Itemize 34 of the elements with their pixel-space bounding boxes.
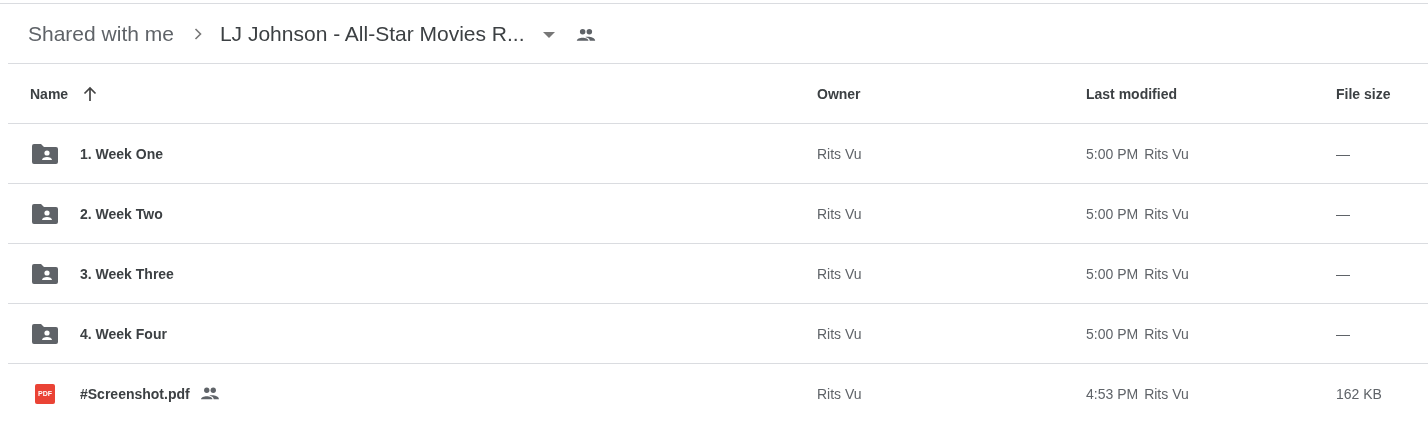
chevron-right-icon — [193, 27, 202, 40]
modified-time: 5:00 PM — [1086, 265, 1139, 282]
file-name[interactable]: 1. Week One — [80, 145, 163, 162]
file-name[interactable]: #Screenshot.pdf — [80, 385, 190, 402]
file-name[interactable]: 4. Week Four — [80, 325, 167, 342]
modified-time: 5:00 PM — [1086, 145, 1139, 162]
column-header[interactable]: Name — [30, 85, 69, 102]
dropdown-caret-icon[interactable] — [542, 31, 555, 38]
modified-time: 5:00 PM — [1086, 205, 1139, 222]
column-header[interactable]: Last modified — [1086, 85, 1177, 102]
file-name[interactable]: 3. Week Three — [80, 265, 174, 282]
modified-time: 5:00 PM — [1086, 325, 1139, 342]
file-size: — — [1336, 145, 1350, 162]
owner-name: Rits Vu — [817, 385, 862, 402]
owner-name: Rits Vu — [817, 205, 862, 222]
arrow-up-icon[interactable] — [83, 85, 98, 102]
file-size: — — [1336, 205, 1350, 222]
modified-by: Rits Vu — [1144, 145, 1189, 162]
modified-time: 4:53 PM — [1086, 385, 1139, 402]
modified-by: Rits Vu — [1144, 265, 1189, 282]
breadcrumb-item[interactable]: Shared with me — [28, 21, 174, 46]
file-size: 162 KB — [1336, 385, 1382, 402]
column-header[interactable]: File size — [1336, 85, 1391, 102]
modified-by: Rits Vu — [1144, 385, 1189, 402]
modified-by: Rits Vu — [1144, 205, 1189, 222]
owner-name: Rits Vu — [817, 265, 862, 282]
owner-name: Rits Vu — [817, 145, 862, 162]
column-header[interactable]: Owner — [817, 85, 861, 102]
file-size: — — [1336, 325, 1350, 342]
file-name[interactable]: 2. Week Two — [80, 205, 163, 222]
file-size: — — [1336, 265, 1350, 282]
breadcrumb-item[interactable]: LJ Johnson - All-Star Movies R... — [219, 21, 525, 46]
modified-by: Rits Vu — [1144, 325, 1189, 342]
owner-name: Rits Vu — [817, 325, 862, 342]
